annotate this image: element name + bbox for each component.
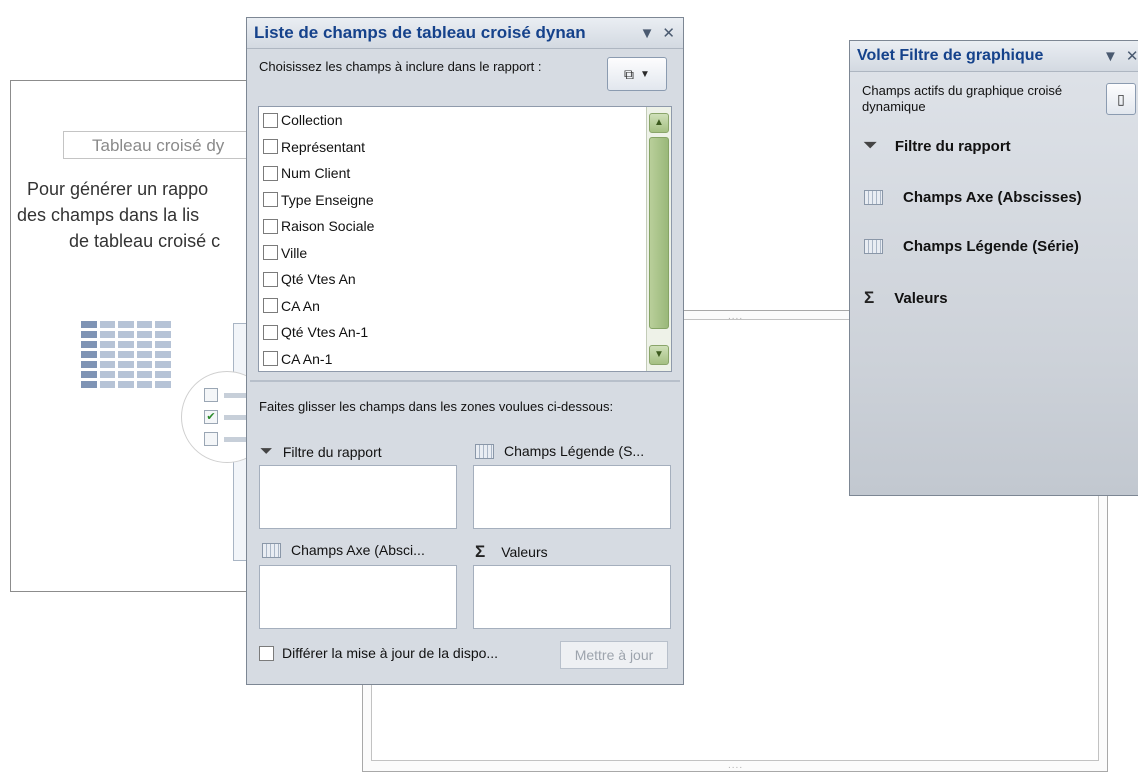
close-icon[interactable]: ✕: [1126, 47, 1138, 65]
checkbox[interactable]: [263, 245, 278, 261]
legend-fields-area-label: Champs Légende (S...: [475, 443, 644, 459]
dropdown-arrow-icon[interactable]: ▼: [1103, 48, 1118, 65]
vertical-scrollbar[interactable]: ▲ ▼: [646, 107, 671, 371]
dropdown-arrow-icon[interactable]: ▼: [640, 25, 655, 42]
scroll-thumb[interactable]: [649, 137, 669, 329]
field-item-type-enseigne[interactable]: Type Enseigne: [259, 187, 671, 214]
field-item-label: CA An-1: [281, 350, 333, 367]
field-item-qte-vtes-an[interactable]: Qté Vtes An: [259, 266, 671, 293]
checkbox[interactable]: [263, 218, 278, 234]
filter-icon: ⏷: [864, 137, 877, 154]
field-item-ca-an-1[interactable]: CA An-1: [259, 346, 671, 372]
checkbox[interactable]: [263, 165, 278, 181]
chart-filter-options-button[interactable]: ▯: [1106, 83, 1136, 115]
pane-splitter[interactable]: [250, 380, 680, 382]
field-item-ca-an[interactable]: CA An: [259, 293, 671, 320]
field-item-raison-sociale[interactable]: Raison Sociale: [259, 213, 671, 240]
values-area-label: Σ Valeurs: [475, 542, 548, 561]
checkbox[interactable]: [263, 324, 278, 340]
field-list-title-bar[interactable]: Liste de champs de tableau croisé dynan …: [247, 18, 683, 49]
chart-report-filter-item[interactable]: ⏷ Filtre du rapport: [864, 137, 1011, 155]
defer-update-label: Différer la mise à jour de la dispo...: [282, 645, 499, 661]
checkbox[interactable]: [263, 298, 278, 314]
field-item-label: Qté Vtes An-1: [281, 324, 369, 341]
report-filter-drop-zone[interactable]: [259, 465, 457, 529]
checkbox[interactable]: [263, 351, 278, 367]
pivot-field-list-panel: Liste de champs de tableau croisé dynan …: [246, 17, 684, 685]
field-item-label: Num Client: [281, 165, 351, 182]
scroll-up-arrow-icon[interactable]: ▲: [649, 113, 669, 133]
grid-icon: [262, 542, 281, 558]
checkbox[interactable]: [263, 139, 278, 155]
field-item-representant[interactable]: Représentant: [259, 134, 671, 161]
grid-icon: [864, 190, 883, 205]
axis-fields-area-label: Champs Axe (Absci...: [262, 542, 425, 558]
chart-axis-fields-item[interactable]: Champs Axe (Abscisses): [864, 189, 1082, 206]
resize-handle-top[interactable]: ....: [728, 311, 743, 322]
field-item-label: CA An: [281, 297, 320, 314]
checkbox[interactable]: [263, 271, 278, 287]
field-item-label: Qté Vtes An: [281, 271, 356, 288]
filter-icon: ⏷: [260, 443, 273, 460]
field-item-label: Collection: [281, 112, 343, 129]
field-item-label: Ville: [281, 244, 308, 261]
sigma-icon: Σ: [475, 542, 486, 561]
scroll-down-arrow-icon[interactable]: ▼: [649, 345, 669, 365]
resize-handle-bottom[interactable]: ....: [728, 760, 743, 771]
checkbox[interactable]: [263, 192, 278, 208]
field-item-collection[interactable]: Collection: [259, 107, 671, 134]
grid-icon: [864, 239, 883, 254]
field-checklist: Collection Représentant Num Client Type …: [258, 106, 672, 372]
defer-update-option[interactable]: Différer la mise à jour de la dispo...: [259, 645, 498, 661]
defer-update-checkbox[interactable]: [259, 645, 274, 661]
field-list-title: Liste de champs de tableau croisé dynan: [254, 23, 586, 42]
close-icon[interactable]: ✕: [662, 24, 675, 42]
chart-values-item[interactable]: Σ Valeurs: [864, 288, 948, 308]
chart-filter-title-bar[interactable]: Volet Filtre de graphique ▼ ✕: [850, 41, 1138, 72]
layout-icon: ⧉: [624, 65, 635, 82]
drag-fields-label: Faites glisser les champs dans les zones…: [259, 399, 614, 414]
table-illustration-icon: [81, 321, 171, 399]
values-drop-zone[interactable]: [473, 565, 671, 629]
field-item-label: Type Enseigne: [281, 191, 374, 208]
field-list-layout-button[interactable]: ⧉ ▼: [607, 57, 667, 91]
chart-legend-fields-item[interactable]: Champs Légende (Série): [864, 238, 1079, 255]
field-item-qte-vtes-an-1[interactable]: Qté Vtes An-1: [259, 319, 671, 346]
report-filter-area-label: ⏷ Filtre du rapport: [260, 443, 382, 460]
legend-fields-drop-zone[interactable]: [473, 465, 671, 529]
field-item-num-client[interactable]: Num Client: [259, 160, 671, 187]
update-button[interactable]: Mettre à jour: [560, 641, 668, 669]
dropdown-arrow-icon: ▼: [640, 68, 650, 80]
grid-icon: [475, 443, 494, 459]
chart-filter-pane: Volet Filtre de graphique ▼ ✕ Champs act…: [849, 40, 1138, 496]
field-item-ville[interactable]: Ville: [259, 240, 671, 267]
checkbox[interactable]: [263, 112, 278, 128]
choose-fields-label: Choisissez les champs à inclure dans le …: [259, 59, 542, 74]
chart-filter-title: Volet Filtre de graphique: [857, 47, 1044, 64]
active-fields-label: Champs actifs du graphique croisé dynami…: [862, 83, 1063, 114]
layout-icon: ▯: [1117, 91, 1125, 107]
axis-fields-drop-zone[interactable]: [259, 565, 457, 629]
field-item-label: Raison Sociale: [281, 218, 375, 235]
sigma-icon: Σ: [864, 288, 875, 307]
field-item-label: Représentant: [281, 138, 366, 155]
